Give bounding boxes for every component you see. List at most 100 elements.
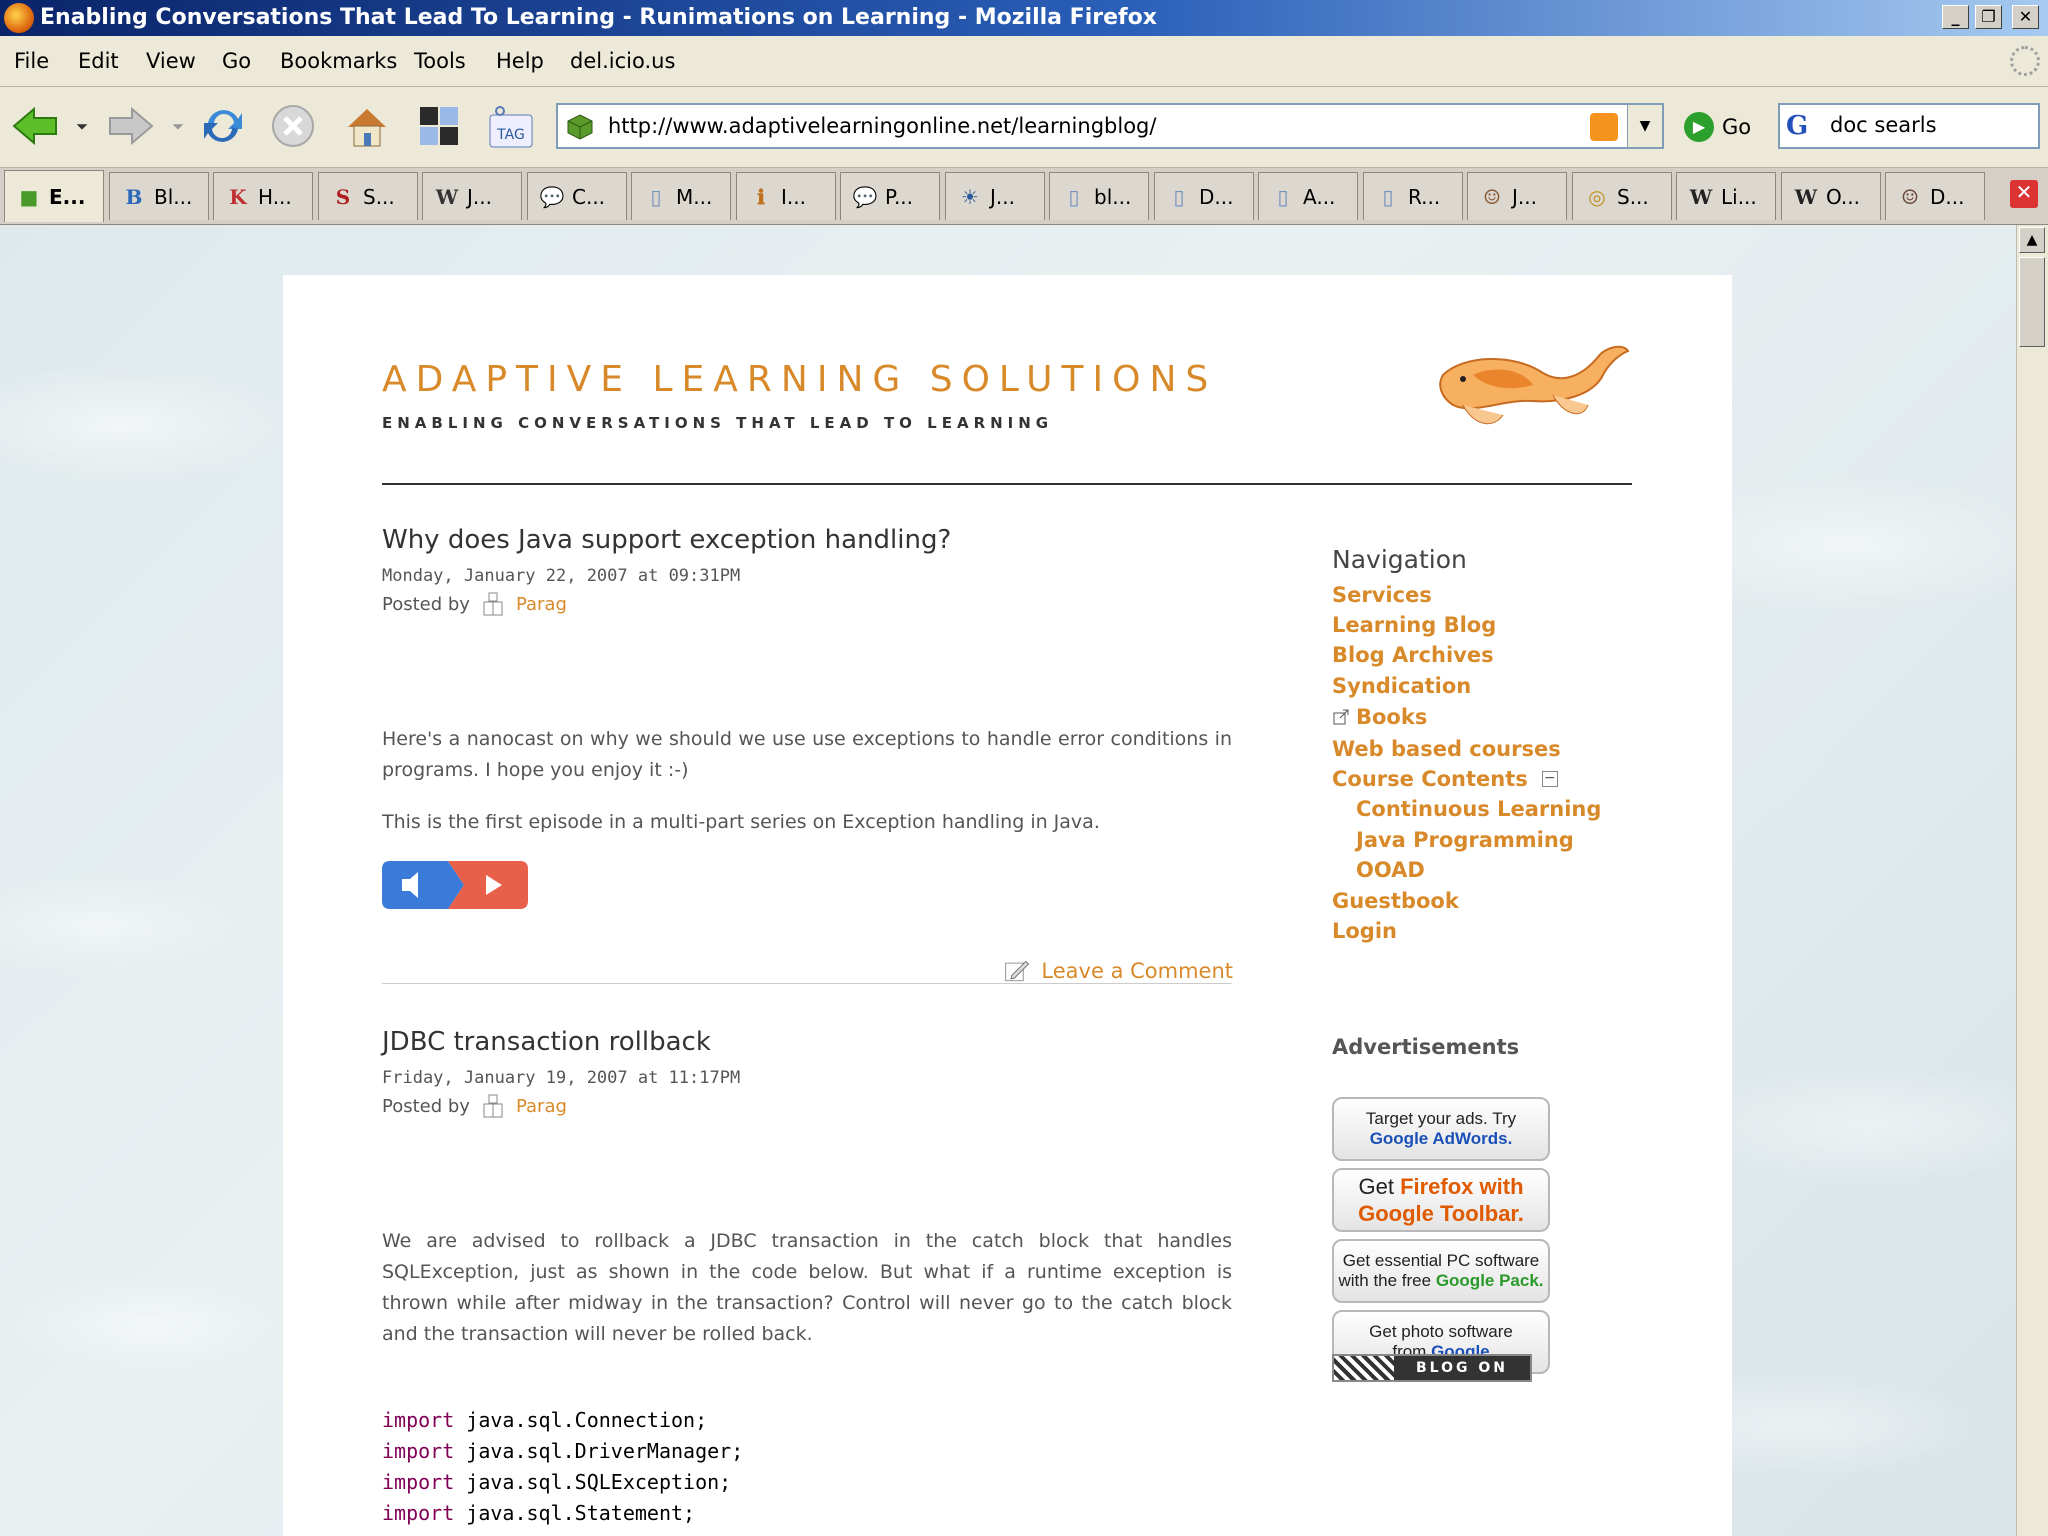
scroll-thumb[interactable] xyxy=(2019,257,2045,347)
author-link[interactable]: Parag xyxy=(516,1096,567,1117)
site-title[interactable]: ADAPTIVE LEARNING SOLUTIONS xyxy=(382,359,1217,400)
browser-tab[interactable]: W J... xyxy=(422,172,522,220)
posted-by-label: Posted by xyxy=(382,1095,470,1117)
browser-tab[interactable]: ◎ S... xyxy=(1572,172,1672,220)
browser-tab[interactable]: W O... xyxy=(1781,172,1881,220)
search-box[interactable]: G xyxy=(1778,103,2040,149)
tab-label: Bl... xyxy=(154,184,193,209)
rss-feed-icon[interactable] xyxy=(1590,113,1618,141)
browser-tab[interactable]: W Li... xyxy=(1676,172,1776,220)
browser-tab[interactable]: 💬 P... xyxy=(840,172,940,220)
nav-continuous-learning[interactable]: Continuous Learning xyxy=(1356,797,1601,821)
tab-label: D... xyxy=(1930,184,1965,209)
url-bar[interactable]: http://www.adaptivelearningonline.net/le… xyxy=(556,103,1664,149)
reload-button[interactable] xyxy=(196,99,250,153)
back-button[interactable] xyxy=(8,99,62,153)
browser-tab[interactable]: ■ E... xyxy=(4,170,104,222)
stop-button[interactable] xyxy=(266,99,320,153)
squarespace-logo-icon xyxy=(1334,1356,1394,1380)
menu-help[interactable]: Help xyxy=(496,49,544,73)
collapse-minus-icon[interactable]: − xyxy=(1541,771,1558,787)
browser-tab[interactable]: ▯ bl... xyxy=(1049,172,1149,220)
nav-learning-blog[interactable]: Learning Blog xyxy=(1332,613,1496,637)
tab-label: O... xyxy=(1826,184,1861,209)
ad-google-pack[interactable]: Get essential PC software with the free … xyxy=(1332,1239,1550,1303)
url-history-dropdown[interactable]: ▼ xyxy=(1627,105,1662,147)
home-button[interactable] xyxy=(340,99,394,153)
page-viewport: ADAPTIVE LEARNING SOLUTIONS ENABLING CON… xyxy=(0,225,2016,1536)
nav-ooad[interactable]: OOAD xyxy=(1356,858,1425,882)
browser-tab[interactable]: ℹ I... xyxy=(736,172,836,220)
menu-edit[interactable]: Edit xyxy=(78,49,119,73)
vertical-scrollbar[interactable]: ▲ xyxy=(2016,225,2048,1536)
forward-button[interactable] xyxy=(104,99,158,153)
search-input[interactable] xyxy=(1830,113,2030,137)
nav-guestbook[interactable]: Guestbook xyxy=(1332,889,1459,913)
browser-tab[interactable]: 💬 C... xyxy=(527,172,627,220)
badge-label: BLOG ON xyxy=(1416,1360,1508,1376)
window-titlebar[interactable]: Enabling Conversations That Lead To Lear… xyxy=(0,0,2048,36)
volume-button[interactable] xyxy=(382,861,464,909)
portrait-icon: ☺ xyxy=(1483,184,1501,209)
menu-file[interactable]: File xyxy=(14,49,49,73)
ad-google-adwords[interactable]: Target your ads. Try Google AdWords. xyxy=(1332,1097,1550,1161)
close-tab-button[interactable]: ✕ xyxy=(2010,180,2038,208)
nav-course-contents[interactable]: Course Contents − xyxy=(1332,767,1558,791)
audio-player-widget[interactable] xyxy=(382,861,528,909)
browser-tab[interactable]: ▯ A... xyxy=(1258,172,1358,220)
post-title[interactable]: JDBC transaction rollback xyxy=(382,1027,711,1057)
page-icon: ▯ xyxy=(1173,184,1185,209)
browser-tab[interactable]: ☺ J... xyxy=(1467,172,1567,220)
scroll-up-arrow-icon[interactable]: ▲ xyxy=(2019,227,2045,253)
tab-label: J... xyxy=(1512,184,1537,209)
nav-services[interactable]: Services xyxy=(1332,583,1432,607)
dropdown-arrow-icon xyxy=(76,124,88,130)
nav-blog-archives[interactable]: Blog Archives xyxy=(1332,643,1494,667)
maximize-button[interactable]: ❐ xyxy=(1975,5,2002,29)
minimize-button[interactable]: _ xyxy=(1942,5,1969,29)
browser-tab[interactable]: ☀ J... xyxy=(945,172,1045,220)
browser-tab[interactable]: ▯ D... xyxy=(1154,172,1254,220)
nav-web-based-courses[interactable]: Web based courses xyxy=(1332,737,1561,761)
go-button[interactable]: ▶ Go xyxy=(1684,109,1751,145)
browser-tab[interactable]: K H... xyxy=(213,172,313,220)
ad-firefox-toolbar[interactable]: Get Firefox with Google Toolbar. xyxy=(1332,1168,1550,1232)
dashboard-button[interactable] xyxy=(412,99,466,153)
code-line: import java.sql.Statement; xyxy=(382,1501,696,1525)
advertisements-heading: Advertisements xyxy=(1332,1035,1520,1059)
ad-link-text: Google Toolbar. xyxy=(1358,1201,1524,1226)
post-date: Friday, January 19, 2007 at 11:17PM xyxy=(382,1068,741,1088)
post-title[interactable]: Why does Java support exception handling… xyxy=(382,525,951,555)
dropdown-arrow-icon xyxy=(172,124,184,130)
blog-on-badge[interactable]: BLOG ON xyxy=(1332,1354,1532,1382)
menu-go[interactable]: Go xyxy=(222,49,251,73)
post-byline: Posted by Parag xyxy=(382,591,567,617)
author-link[interactable]: Parag xyxy=(516,594,567,615)
blogger-b-icon: B xyxy=(125,184,143,209)
nav-login[interactable]: Login xyxy=(1332,919,1397,943)
ad-text: Get essential PC software xyxy=(1342,1251,1540,1270)
close-window-button[interactable]: ✕ xyxy=(2012,5,2039,29)
tab-label: bl... xyxy=(1094,184,1132,209)
forward-history-dropdown[interactable] xyxy=(160,99,196,153)
back-history-dropdown[interactable] xyxy=(64,99,100,153)
menu-bookmarks[interactable]: Bookmarks xyxy=(280,49,397,73)
menu-view[interactable]: View xyxy=(146,49,196,73)
google-search-icon[interactable]: G xyxy=(1786,111,1816,141)
browser-tab[interactable]: S S... xyxy=(318,172,418,220)
browser-tab[interactable]: ▯ M... xyxy=(631,172,731,220)
posted-by-label: Posted by xyxy=(382,593,470,615)
nav-books[interactable]: Books xyxy=(1332,705,1427,729)
browser-tab[interactable]: ☺ D... xyxy=(1885,172,1985,220)
chat-bubble-icon: 💬 xyxy=(539,184,565,209)
browser-tab[interactable]: B Bl... xyxy=(109,172,209,220)
browser-tab[interactable]: ▯ R... xyxy=(1363,172,1463,220)
menu-delicious[interactable]: del.icio.us xyxy=(570,49,675,73)
nav-syndication[interactable]: Syndication xyxy=(1332,674,1471,698)
menu-tools[interactable]: Tools xyxy=(414,49,466,73)
tab-label: M... xyxy=(676,184,713,209)
nav-java-programming[interactable]: Java Programming xyxy=(1356,828,1574,852)
tag-button[interactable]: TAG xyxy=(484,99,538,153)
post-paragraph: This is the first episode in a multi-par… xyxy=(382,811,1100,833)
url-text[interactable]: http://www.adaptivelearningonline.net/le… xyxy=(608,114,1156,138)
